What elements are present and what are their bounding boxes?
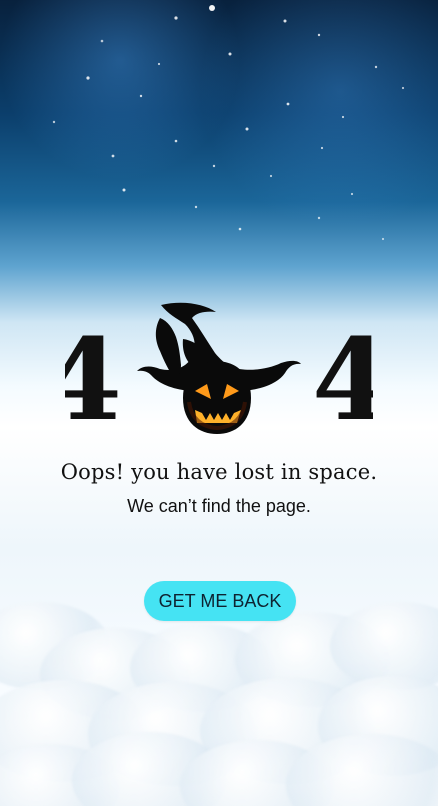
error-page: 4 4 Oops! you have lost in space. We can…	[0, 0, 438, 806]
starry-sky	[52, 5, 405, 241]
right-error-digit: 4	[312, 315, 373, 438]
error-subtitle: We can’t find the page.	[127, 496, 311, 516]
error-headline: Oops! you have lost in space.	[60, 460, 378, 484]
cloud-layer	[0, 510, 438, 806]
left-error-digit: 4	[65, 315, 122, 438]
get-me-back-button[interactable]: GET ME BACK	[144, 581, 296, 621]
witch-hat-pumpkin-icon	[137, 302, 301, 434]
error-hero: 4 4	[65, 302, 373, 438]
